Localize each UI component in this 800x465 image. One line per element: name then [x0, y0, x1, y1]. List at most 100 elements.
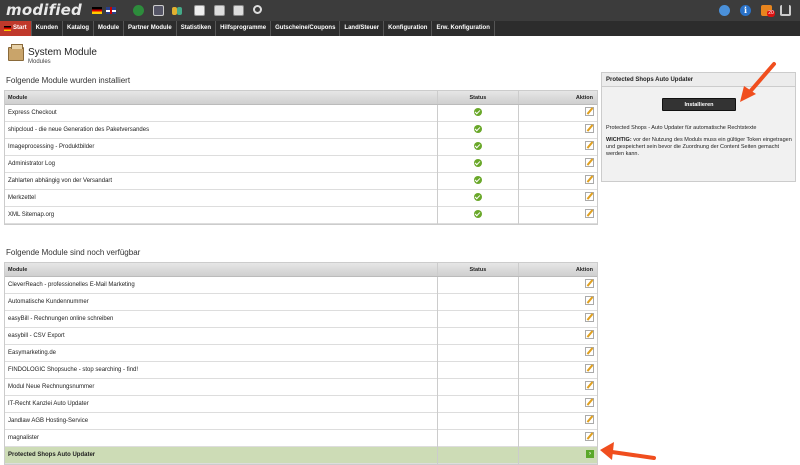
- arrow-to-row-icon: [600, 442, 656, 460]
- panel-description: Protected Shops - Auto Updater für autom…: [606, 125, 757, 131]
- table-row[interactable]: magnalister: [5, 429, 597, 447]
- search-icon[interactable]: [253, 5, 262, 14]
- module-name: easybill - CSV Export: [5, 327, 438, 345]
- nav-item-land-steuer[interactable]: Land/Steuer: [340, 21, 385, 36]
- status-cell: [438, 378, 520, 396]
- edit-icon[interactable]: [585, 124, 594, 134]
- info-icon[interactable]: i: [740, 5, 751, 16]
- column-header-aktion: Aktion: [575, 95, 593, 101]
- nav-item-konfiguration[interactable]: Konfiguration: [384, 21, 433, 36]
- status-cell: [438, 429, 520, 447]
- edit-icon[interactable]: [585, 364, 594, 374]
- status-cell: [438, 276, 520, 294]
- german-flag-icon[interactable]: [92, 7, 102, 14]
- table-row[interactable]: IT-Recht Kanzlei Auto Updater: [5, 395, 597, 413]
- edit-icon[interactable]: [585, 381, 594, 391]
- status-cell: [438, 344, 520, 362]
- action-cell: [519, 396, 597, 413]
- list-icon[interactable]: [214, 5, 225, 16]
- status-cell: [438, 310, 520, 328]
- edit-icon[interactable]: [585, 398, 594, 408]
- action-cell: [519, 156, 597, 173]
- nav-item-hilfsprogramme[interactable]: Hilfsprogramme: [216, 21, 272, 36]
- table-row[interactable]: XML Sitemap.org: [5, 206, 597, 224]
- status-check-icon: [473, 192, 482, 201]
- module-name: Jandlaw AGB Hosting-Service: [5, 412, 438, 430]
- warning-text: vor der Nutzung des Moduls muss ein gült…: [606, 137, 792, 157]
- table-row[interactable]: Imageprocessing - Produktbilder: [5, 138, 597, 156]
- table-row[interactable]: easyBill - Rechnungen online schreiben: [5, 310, 597, 328]
- nav-item-module[interactable]: Module: [94, 21, 125, 36]
- edit-icon[interactable]: [585, 141, 594, 151]
- table-row[interactable]: easybill - CSV Export: [5, 327, 597, 345]
- module-name: Easymarketing.de: [5, 344, 438, 362]
- edit-icon[interactable]: [585, 192, 594, 202]
- table-row[interactable]: Merkzettel: [5, 189, 597, 207]
- action-cell: [519, 413, 597, 430]
- globe-icon[interactable]: [133, 5, 144, 16]
- nav-item-statistiken[interactable]: Statistiken: [177, 21, 217, 36]
- module-name: Modul Neue Rechnungsnummer: [5, 378, 438, 396]
- table-row[interactable]: Protected Shops Auto Updater ›: [5, 446, 597, 464]
- table-row[interactable]: shipcloud - die neue Generation des Pake…: [5, 121, 597, 139]
- installed-modules-table: Module Status Aktion Express Checkout shi…: [4, 90, 598, 225]
- select-arrow-icon[interactable]: ›: [586, 449, 594, 458]
- available-modules-table: Module Status Aktion CleverReach - profe…: [4, 262, 598, 465]
- nav-item-start[interactable]: Start: [0, 21, 32, 36]
- nav-item-erw-konfiguration[interactable]: Erw. Konfiguration: [432, 21, 495, 36]
- nav-item-kunden[interactable]: Kunden: [32, 21, 64, 36]
- edit-icon[interactable]: [585, 209, 594, 219]
- status-cell: [438, 172, 520, 190]
- calendar-icon[interactable]: [233, 5, 244, 16]
- nav-item-gutscheine[interactable]: Gutscheine/Coupons: [271, 21, 341, 36]
- panel-warning: WICHTIG: vor der Nutzung des Moduls muss…: [606, 137, 792, 158]
- edit-icon[interactable]: [585, 296, 594, 306]
- status-cell: [438, 104, 520, 122]
- status-check-icon: [473, 175, 482, 184]
- status-cell: [438, 327, 520, 345]
- edit-icon[interactable]: [585, 330, 594, 340]
- action-cell: [519, 294, 597, 311]
- logo[interactable]: modified: [6, 1, 82, 19]
- edit-icon[interactable]: [585, 107, 594, 117]
- edit-icon[interactable]: [585, 175, 594, 185]
- status-cell: [438, 155, 520, 173]
- monitor-icon[interactable]: [153, 5, 164, 16]
- document-icon[interactable]: [194, 5, 205, 16]
- column-header-module: Module: [5, 91, 438, 104]
- table-row[interactable]: Easymarketing.de: [5, 344, 597, 362]
- table-row[interactable]: Modul Neue Rechnungsnummer: [5, 378, 597, 396]
- nav-item-partner-module[interactable]: Partner Module: [124, 21, 177, 36]
- table-row[interactable]: FINDOLOGIC Shopsuche - stop searching - …: [5, 361, 597, 379]
- status-check-icon: [473, 107, 482, 116]
- english-flag-icon[interactable]: [106, 7, 116, 14]
- action-cell: [519, 328, 597, 345]
- flag-icon: [4, 26, 11, 31]
- table-row[interactable]: Express Checkout: [5, 104, 597, 122]
- edit-icon[interactable]: [585, 158, 594, 168]
- edit-icon[interactable]: [585, 279, 594, 289]
- edit-icon[interactable]: [585, 432, 594, 442]
- table-row[interactable]: Automatische Kundennummer: [5, 293, 597, 311]
- table-row[interactable]: Jandlaw AGB Hosting-Service: [5, 412, 597, 430]
- action-cell: [519, 379, 597, 396]
- status-cell: [438, 293, 520, 311]
- edit-icon[interactable]: [585, 347, 594, 357]
- cart-icon[interactable]: [780, 5, 791, 16]
- nav-item-katalog[interactable]: Katalog: [63, 21, 95, 36]
- refresh-icon[interactable]: [719, 5, 730, 16]
- module-box-icon: [8, 44, 24, 61]
- install-button[interactable]: Installieren: [662, 98, 736, 111]
- main-nav: Start Kunden Katalog Module Partner Modu…: [0, 21, 800, 36]
- notification-badge: 20: [767, 10, 775, 17]
- edit-icon[interactable]: [585, 313, 594, 323]
- table-row[interactable]: CleverReach - professionelles E-Mail Mar…: [5, 276, 597, 294]
- users-icon[interactable]: [172, 5, 183, 16]
- table-row[interactable]: Zahlarten abhängig von der Versandart: [5, 172, 597, 190]
- status-cell: [438, 138, 520, 156]
- page-subtitle: Modules: [28, 59, 51, 65]
- column-header-aktion: Aktion: [575, 267, 593, 273]
- edit-icon[interactable]: [585, 415, 594, 425]
- table-row[interactable]: Administrator Log: [5, 155, 597, 173]
- action-cell: [519, 362, 597, 379]
